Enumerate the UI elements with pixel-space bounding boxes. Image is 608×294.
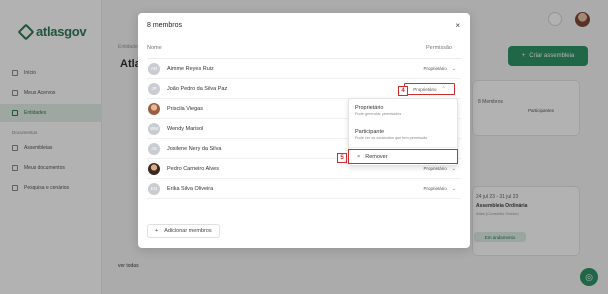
list-item: AR Aimme Reyes Ruiz Proprietário ⌄ bbox=[147, 59, 461, 79]
divider bbox=[349, 147, 457, 148]
option-owner-desc: Pode gerenciar permissões bbox=[355, 112, 402, 116]
permission-select[interactable]: Proprietário ⌄ bbox=[424, 186, 456, 192]
member-name: Erika Silva Oliveira bbox=[167, 185, 214, 192]
permission-select[interactable]: Proprietário ⌄ bbox=[424, 66, 456, 72]
member-name: João Pedro da Silva Paz bbox=[167, 85, 228, 92]
option-participant-desc: Pode ver os conteúdos que tem permissão bbox=[355, 136, 428, 140]
remove-member-button[interactable]: × Remover bbox=[348, 149, 458, 164]
plus-icon: + bbox=[155, 228, 159, 234]
permission-value: Proprietário bbox=[423, 166, 447, 171]
member-name: Josilene Nery da Silva bbox=[167, 145, 222, 152]
chevron-down-icon: ⌄ bbox=[451, 65, 456, 72]
avatar: JP bbox=[148, 82, 160, 95]
column-header-permission: Permissão bbox=[426, 45, 452, 51]
avatar: JS bbox=[148, 142, 160, 155]
remove-label: Remover bbox=[365, 153, 388, 160]
option-owner[interactable]: Proprietário Pode gerenciar permissões bbox=[355, 105, 401, 116]
add-members-label: Adicionar membros bbox=[164, 228, 212, 234]
chevron-down-icon: ⌄ bbox=[451, 185, 456, 192]
add-members-button[interactable]: + Adicionar membros bbox=[147, 224, 220, 238]
list-item: EO Erika Silva Oliveira Proprietário ⌄ bbox=[147, 179, 461, 199]
member-name: Pedro Carneiro Alves bbox=[167, 165, 219, 172]
avatar bbox=[148, 162, 160, 175]
member-name: Wendy Marisol bbox=[167, 125, 204, 132]
avatar: WM bbox=[148, 122, 160, 135]
column-header-name: Nome bbox=[147, 45, 162, 51]
member-name: Priscila Viegas bbox=[167, 105, 203, 112]
option-participant-title: Participante bbox=[355, 129, 385, 135]
member-name: Aimme Reyes Ruiz bbox=[167, 65, 214, 72]
permission-value: Proprietário bbox=[423, 186, 447, 191]
avatar: AR bbox=[148, 62, 160, 75]
modal-title: 8 membros bbox=[147, 22, 183, 29]
avatar bbox=[148, 102, 160, 115]
list-item: JP João Pedro da Silva Paz Proprietário ⌃ bbox=[147, 79, 461, 99]
close-icon: × bbox=[357, 153, 361, 160]
permission-select-open[interactable]: Proprietário ⌃ bbox=[404, 83, 455, 95]
chevron-up-icon: ⌃ bbox=[441, 86, 446, 92]
option-owner-title: Proprietário bbox=[355, 105, 384, 111]
step-badge-4: 4 bbox=[398, 86, 408, 96]
option-participant[interactable]: Participante Pode ver os conteúdos que t… bbox=[355, 129, 427, 140]
step-badge-5: 5 bbox=[337, 153, 347, 163]
permission-value: Proprietário bbox=[413, 86, 437, 92]
permission-select[interactable]: Proprietário ⌄ bbox=[424, 166, 456, 172]
chevron-down-icon: ⌄ bbox=[451, 165, 456, 172]
close-icon[interactable]: × bbox=[455, 22, 460, 30]
avatar: EO bbox=[148, 182, 160, 195]
permission-value: Proprietário bbox=[423, 66, 447, 71]
